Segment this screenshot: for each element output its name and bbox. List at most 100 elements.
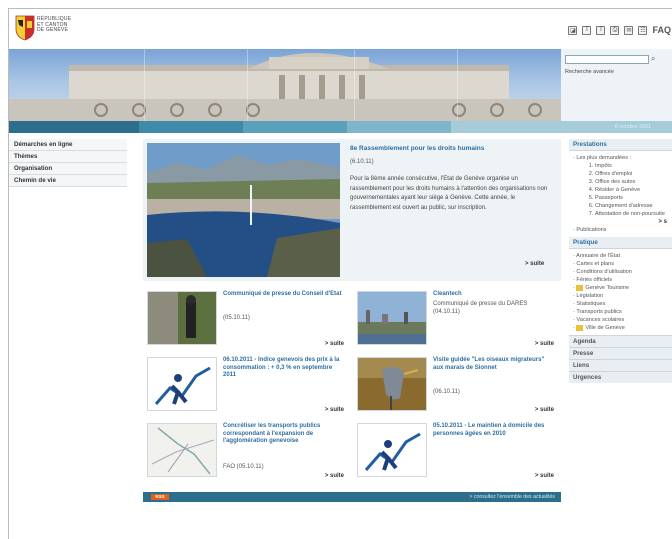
tourism-icon [576, 284, 584, 291]
statistics-icon[interactable] [357, 423, 427, 477]
news-title[interactable]: Cleantech [433, 291, 555, 299]
news-title[interactable]: Communiqué de presse du Conseil d'Etat [223, 291, 345, 299]
list-item[interactable]: Conditions d'utilisation [573, 268, 669, 276]
sitemap-icon[interactable]: ☷ [638, 25, 648, 35]
site-header: RÉPUBLIQUE ET CANTON DE GENÈVE ◪ T T ⎙ ✉… [9, 9, 672, 49]
list-item[interactable]: Impôts [595, 162, 669, 170]
news-item: Communiqué de presse du Conseil d'Etat (… [143, 289, 348, 351]
list-item[interactable]: Résider à Genève [595, 186, 669, 194]
statistics-icon[interactable] [147, 357, 217, 411]
news-date: Communiqué de presse du DARES (04.10.11) [433, 301, 528, 315]
stripe-segment [243, 121, 347, 133]
featured-news-date: (6.10.11) [350, 159, 374, 165]
news-more-link[interactable]: > suite [325, 473, 344, 479]
news-more-link[interactable]: > suite [535, 473, 554, 479]
news-item: 05.10.2011 - Le maintien à domicile des … [353, 421, 558, 483]
list-item[interactable]: Genève Tourisme [573, 284, 669, 292]
current-date: 6 octobre 2011 [614, 124, 651, 130]
list-item[interactable]: Statistiques [573, 300, 669, 308]
geneva-crest-logo[interactable] [15, 15, 35, 41]
list-item[interactable]: Annuaire de l'État [573, 252, 669, 260]
list-item[interactable]: Changement d'adresse [595, 202, 669, 210]
featured-news: 8e Rassemblement pour les droits humains… [143, 139, 561, 281]
accessibility-icon[interactable]: ◪ [568, 25, 578, 35]
left-navigation: Démarches en ligne Thèmes Organisation C… [9, 139, 127, 187]
news-date: (05.10.11) [223, 315, 250, 321]
featured-news-more-link[interactable]: > suite [525, 261, 544, 267]
list-item[interactable]: Attestation de non-poursuite [595, 210, 669, 218]
browser-page: RÉPUBLIQUE ET CANTON DE GENÈVE ◪ T T ⎙ ✉… [8, 8, 672, 539]
news-thumbnail-photo[interactable] [357, 357, 427, 411]
prestations-more-link[interactable]: > s [573, 218, 669, 226]
pratique-heading[interactable]: Pratique [569, 237, 672, 249]
news-item: Cleantech Communiqué de presse du DARES … [353, 289, 558, 351]
list-item[interactable]: Passeports [595, 194, 669, 202]
news-more-link[interactable]: > suite [535, 341, 554, 347]
news-title[interactable]: Visite guidée "Les oiseaux migrateurs" a… [433, 357, 555, 372]
print-icon[interactable]: ⎙ [610, 25, 620, 35]
logo-text: RÉPUBLIQUE ET CANTON DE GENÈVE [37, 16, 71, 34]
news-item: 06.10.2011 - Indice genevois des prix à … [143, 355, 348, 417]
list-item[interactable]: Cartes et plans [573, 260, 669, 268]
news-date: FAO (05.10.11) [223, 464, 264, 470]
prestations-heading[interactable]: Prestations [569, 139, 672, 151]
list-item-label: Genève Tourisme [585, 285, 630, 291]
rss-icon[interactable]: RSS [151, 494, 169, 500]
list-item[interactable]: Vacances scolaires [573, 316, 669, 324]
news-more-link[interactable]: > suite [325, 341, 344, 347]
stripe-segment [139, 121, 243, 133]
text-size-large-icon[interactable]: T [596, 25, 606, 35]
news-thumbnail-photo[interactable] [147, 291, 217, 345]
right-sidebar: Prestations Les plus demandées : Impôts … [569, 139, 672, 383]
toolbar: ◪ T T ⎙ ✉ ☷ FAQ [568, 25, 671, 35]
news-item: Concrétiser les transports publics corre… [143, 421, 348, 483]
list-item-label: Ville de Genève [585, 325, 625, 331]
news-title[interactable]: 06.10.2011 - Indice genevois des prix à … [223, 357, 345, 380]
email-icon[interactable]: ✉ [624, 25, 634, 35]
news-footer-bar: RSS > consultez l'ensemble des actualité… [143, 492, 561, 502]
faq-link[interactable]: FAQ [652, 25, 671, 35]
text-size-icon[interactable]: T [582, 25, 592, 35]
list-item[interactable]: Ville de Genève [573, 324, 669, 332]
map-thumbnail[interactable] [147, 423, 217, 477]
news-date: (06.10.11) [433, 389, 460, 395]
geneva-lake-photo[interactable] [147, 143, 340, 277]
list-item[interactable]: Fériés officiels [573, 276, 669, 284]
pratique-box: Annuaire de l'État Cartes et plans Condi… [569, 249, 672, 335]
search-panel: ⌕ Recherche avancée [561, 49, 672, 121]
most-requested-label: Les plus demandées : [573, 154, 669, 162]
nav-chemin-de-vie[interactable]: Chemin de vie [9, 175, 127, 187]
news-item: Visite guidée "Les oiseaux migrateurs" a… [353, 355, 558, 417]
nav-themes[interactable]: Thèmes [9, 151, 127, 163]
list-item[interactable]: Offres d'emploi [595, 170, 669, 178]
section-urgences[interactable]: Urgences [569, 371, 672, 383]
nav-demarches-en-ligne[interactable]: Démarches en ligne [9, 139, 127, 151]
news-more-link[interactable]: > suite [325, 407, 344, 413]
publications-link[interactable]: Publications [573, 226, 669, 234]
most-requested-list: Impôts Offres d'emploi Office des autos … [573, 162, 669, 218]
main-content: 8e Rassemblement pour les droits humains… [143, 139, 561, 539]
header-banner-image [9, 49, 561, 121]
section-agenda[interactable]: Agenda [569, 335, 672, 347]
search-icon[interactable]: ⌕ [651, 54, 655, 64]
city-icon [576, 324, 584, 331]
list-item[interactable]: Législation [573, 292, 669, 300]
all-news-link[interactable]: > consultez l'ensemble des actualités [469, 494, 555, 500]
featured-news-title[interactable]: 8e Rassemblement pour les droits humains [350, 145, 556, 152]
header-stripe: 6 octobre 2011 [9, 121, 672, 133]
section-presse[interactable]: Presse [569, 347, 672, 359]
prestations-box: Les plus demandées : Impôts Offres d'emp… [569, 151, 672, 237]
news-title[interactable]: 05.10.2011 - Le maintien à domicile des … [433, 423, 555, 438]
news-thumbnail-photo[interactable] [357, 291, 427, 345]
logo-line-3: DE GENÈVE [37, 27, 68, 33]
list-item[interactable]: Office des autos [595, 178, 669, 186]
search-input[interactable] [565, 55, 649, 64]
news-more-link[interactable]: > suite [535, 407, 554, 413]
featured-news-text: Pour la 8ème année consécutive, l'Etat d… [350, 176, 548, 211]
stripe-segment [347, 121, 451, 133]
nav-organisation[interactable]: Organisation [9, 163, 127, 175]
section-liens[interactable]: Liens [569, 359, 672, 371]
list-item[interactable]: Transports publics [573, 308, 669, 316]
news-title[interactable]: Concrétiser les transports publics corre… [223, 423, 345, 446]
advanced-search-link[interactable]: Recherche avancée [565, 69, 614, 75]
